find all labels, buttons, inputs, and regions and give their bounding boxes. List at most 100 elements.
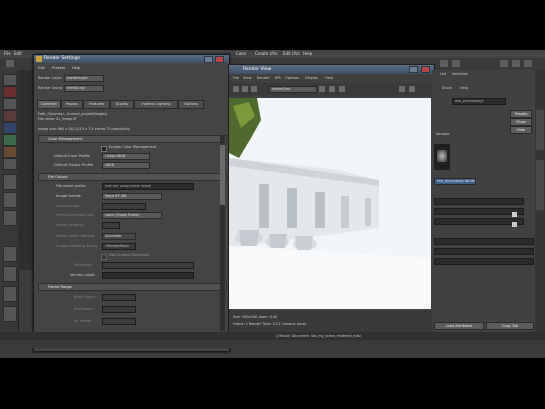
rgb-channel-icon[interactable]	[319, 86, 325, 92]
close-icon[interactable]	[421, 66, 430, 73]
shelf-button[interactable]	[6, 60, 14, 67]
ipr-render-icon[interactable]	[242, 86, 248, 92]
rs-menu-presets[interactable]: Presets	[52, 66, 65, 70]
scale-tool-icon[interactable]	[3, 134, 17, 146]
refresh-icon[interactable]	[251, 86, 257, 92]
frame-padding-input[interactable]	[102, 222, 120, 229]
move-tool-icon[interactable]	[3, 110, 17, 122]
rv-menu-render[interactable]: Render	[257, 76, 270, 80]
custom-naming-input[interactable]: <RenderPass>	[102, 243, 136, 250]
layout-hypershade-icon[interactable]	[3, 286, 17, 302]
tab-quality[interactable]: Quality	[110, 100, 134, 109]
layout-single-icon[interactable]	[3, 174, 17, 190]
tab-options[interactable]: Options	[178, 100, 204, 109]
attribute-editor-side-tab[interactable]	[536, 110, 544, 150]
ae-tab-help[interactable]: Help	[460, 86, 468, 90]
use-custom-extension-checkbox[interactable]	[101, 254, 107, 260]
menu-help[interactable]: Help	[303, 51, 312, 56]
hide-button[interactable]: Hide	[510, 126, 532, 134]
minimize-icon[interactable]	[409, 66, 418, 73]
scrollbar-thumb[interactable]	[220, 145, 225, 205]
by-frame-input[interactable]	[102, 318, 136, 325]
attribute-field-2[interactable]	[434, 208, 524, 215]
rv-menu-view[interactable]: View	[243, 76, 252, 80]
attributes-section-dropdown[interactable]: mia_physicalsky Attributes	[434, 178, 476, 185]
file-output-section[interactable]: File Output	[38, 173, 227, 181]
render-using-dropdown[interactable]: mental ray	[64, 85, 104, 92]
menu-create-uvs[interactable]: Create UVs	[255, 51, 277, 56]
remove-image-icon[interactable]	[409, 86, 415, 92]
tab-common[interactable]: Common	[37, 100, 61, 109]
alpha-channel-icon[interactable]	[329, 86, 335, 92]
rs-menu-help[interactable]: Help	[72, 66, 80, 70]
show-button[interactable]: Show	[510, 118, 532, 126]
camera-dropdown[interactable]: renderCam	[269, 86, 317, 93]
color-management-section[interactable]: Color Management	[38, 135, 227, 143]
default-input-profile-dropdown[interactable]: Linear sRGB	[102, 153, 150, 160]
rv-menu-help[interactable]: Help	[325, 76, 333, 80]
layout-two-icon[interactable]	[3, 210, 17, 226]
layout-graph-icon[interactable]	[3, 266, 17, 282]
render-settings-titlebar[interactable]: Render Settings	[34, 55, 229, 63]
keep-image-icon[interactable]	[399, 86, 405, 92]
menu-file[interactable]: File	[4, 51, 11, 56]
rv-menu-options[interactable]: Options	[285, 76, 299, 80]
layout-render-icon[interactable]	[3, 306, 17, 322]
attribute-field-6[interactable]	[434, 258, 534, 265]
attribute-field-5[interactable]	[434, 248, 534, 255]
last-tool-icon[interactable]	[3, 158, 17, 170]
render-view-titlebar[interactable]: Render View	[229, 65, 434, 74]
attribute-field-4[interactable]	[434, 238, 534, 245]
render-layer-dropdown[interactable]: masterLayer	[64, 75, 104, 82]
shelf-button[interactable]	[452, 60, 460, 67]
menu-edit-uvs[interactable]: Edit UVs	[283, 51, 300, 56]
command-line[interactable]: // Result: Document: nbs_my_scene_render…	[0, 332, 545, 340]
presets-button[interactable]: Presets	[510, 110, 532, 118]
shelf-button[interactable]	[524, 60, 532, 67]
ae-tab-list[interactable]: List	[440, 72, 446, 76]
shelf-button[interactable]	[440, 60, 448, 67]
start-frame-input[interactable]	[102, 294, 136, 301]
node-name-field[interactable]: mia_physicalsky1	[452, 98, 506, 105]
real-size-icon[interactable]	[339, 86, 345, 92]
tab-passes[interactable]: Passes	[61, 100, 83, 109]
rv-menu-display[interactable]: Display	[305, 76, 318, 80]
tab-features[interactable]: Features	[83, 100, 110, 109]
select-tool-icon[interactable]	[3, 74, 17, 86]
settings-scrollbar[interactable]	[220, 135, 225, 331]
ae-tab-show[interactable]: Show	[442, 86, 452, 90]
rv-menu-ipr[interactable]: IPR	[275, 76, 281, 80]
layout-four-icon[interactable]	[3, 192, 17, 208]
frame-buffer-naming-dropdown[interactable]: Automatic	[102, 233, 136, 240]
rotate-tool-icon[interactable]	[3, 122, 17, 134]
default-output-profile-dropdown[interactable]: sRGB	[102, 162, 150, 169]
menu-edit[interactable]: Edit	[14, 51, 22, 56]
lasso-tool-icon[interactable]	[3, 86, 17, 98]
file-name-prefix-input[interactable]: (not set; using scene name)	[102, 183, 194, 190]
map-button-icon[interactable]	[512, 222, 517, 227]
frame-range-section[interactable]: Frame Range	[38, 283, 227, 291]
image-format-dropdown[interactable]: Maya IFF (iff)	[102, 193, 162, 200]
attribute-field-3[interactable]	[434, 218, 524, 225]
load-attributes-button[interactable]: Load Attributes	[434, 322, 484, 330]
attribute-field-1[interactable]	[434, 198, 524, 205]
manipulator-tool-icon[interactable]	[3, 146, 17, 158]
shelf-button[interactable]	[512, 60, 520, 67]
shelf-button[interactable]	[500, 60, 508, 67]
layout-outliner-icon[interactable]	[3, 246, 17, 262]
minimize-icon[interactable]	[204, 56, 213, 63]
rs-menu-edit[interactable]: Edit	[38, 66, 45, 70]
extension-input[interactable]	[102, 262, 194, 269]
menu-color[interactable]: Color	[236, 51, 246, 56]
redo-render-icon[interactable]	[233, 86, 239, 92]
close-icon[interactable]	[215, 56, 224, 63]
map-button-icon[interactable]	[512, 212, 517, 217]
enable-color-management-checkbox[interactable]	[101, 146, 107, 152]
end-frame-input[interactable]	[102, 306, 136, 313]
paint-select-icon[interactable]	[3, 98, 17, 110]
frame-anim-ext-dropdown[interactable]: name (Single Frame)	[102, 212, 162, 219]
channel-box-side-tab[interactable]	[536, 160, 544, 210]
version-label-input[interactable]	[102, 272, 194, 279]
ae-tab-selected[interactable]: Selected	[452, 72, 468, 76]
tab-indirect-lighting[interactable]: Indirect Lighting	[134, 100, 178, 109]
